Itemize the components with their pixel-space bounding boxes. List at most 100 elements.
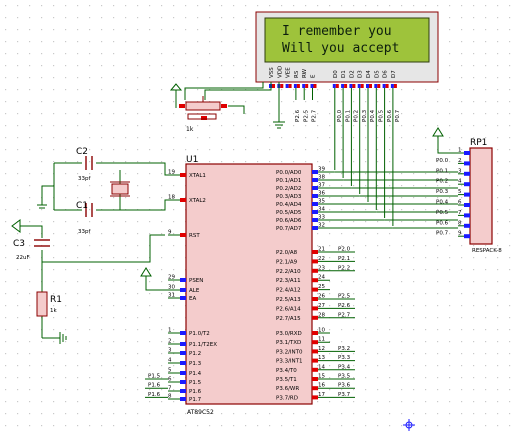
rp1-net-label: P0.3 — [436, 189, 449, 195]
u1-pin-dot — [180, 371, 186, 375]
u1-microcontroller[interactable]: U1 AT89C52 19XTAL118XTAL29RST29PSEN30ALE… — [168, 155, 330, 416]
u1-pin-dot — [180, 331, 186, 335]
lcd-pin-label: D3 — [358, 70, 364, 78]
u1-pin-name: P1.1/T2EX — [189, 342, 217, 348]
lcd-pin-label: D0 — [333, 70, 339, 78]
rp1-pin-number: 3 — [458, 168, 462, 174]
p1-net-label: P1.6 — [148, 383, 161, 389]
p3-net-label: P3.7 — [338, 392, 351, 398]
u1-pin-number: 39 — [318, 167, 325, 173]
u1-pin-name: P3.7/RD — [276, 395, 298, 401]
p3-net-label: P3.5 — [338, 374, 351, 380]
u1-pin-number: 31 — [168, 293, 175, 299]
lcd-pin-dot — [280, 84, 284, 88]
u1-pin-name: P2.0/A8 — [276, 250, 298, 256]
u1-pin-number: 26 — [318, 294, 325, 300]
u1-pin-name: P2.3/A11 — [276, 278, 301, 284]
u1-pin-name: XTAL2 — [189, 198, 206, 204]
p3-net-label: P3.2 — [338, 346, 350, 352]
u1-pin-number: 14 — [318, 364, 325, 370]
u1-pin-name: RST — [189, 233, 200, 239]
u1-pin-dot — [180, 173, 186, 177]
lcd-pin-dot — [382, 84, 386, 88]
rp1-pin-dot — [464, 234, 470, 239]
u1-pin-number: 32 — [318, 223, 325, 229]
r1-ref: R1 — [50, 295, 62, 305]
u1-pin-name: P3.4/T0 — [276, 368, 297, 374]
u1-pin-name: P0.4/AD4 — [276, 202, 302, 208]
lcd-pin-dot — [390, 84, 394, 88]
u1-pin-name: P0.0/AD0 — [276, 170, 302, 176]
u1-pin-number: 3 — [168, 348, 172, 354]
lcd-pin-dot — [374, 84, 378, 88]
u1-pin-name: P2.6/A14 — [276, 306, 301, 312]
p1-net-label: P1.5 — [148, 374, 161, 380]
u1-pin-number: 34 — [318, 207, 325, 213]
lcd-pin-dot — [369, 84, 372, 88]
c2-ref: C2 — [76, 147, 88, 157]
u1-pin-number: 11 — [318, 337, 325, 343]
u1-pin-dot — [180, 198, 186, 202]
rp1-pin-number: 8 — [458, 220, 462, 226]
rp1-pin-dot — [464, 192, 470, 197]
u1-pin-name: P3.6/WR — [276, 386, 299, 392]
u1-pin-number: 25 — [318, 284, 325, 290]
u1-pin-name: P1.4 — [189, 371, 202, 377]
lcd-display[interactable]: I remember you Will you accept VSS VDD VEE… — [255, 11, 439, 83]
u1-pin-name: P1.0/T2 — [189, 331, 210, 337]
u1-pin-number: 33 — [318, 215, 325, 221]
lcd-pin-label: D7 — [391, 70, 397, 78]
u1-pin-number: 23 — [318, 265, 325, 271]
lcd-pin-dot — [332, 84, 336, 88]
lcd-pin-dot — [288, 84, 292, 88]
rp1-pin-number: 7 — [458, 210, 462, 216]
u1-pin-name: P3.3/INT1 — [276, 359, 303, 365]
u1-pin-name: P2.5/A13 — [276, 297, 301, 303]
lcd-pin-dot — [357, 84, 361, 88]
crystal[interactable] — [110, 181, 130, 197]
lcd-pin-dots — [269, 84, 397, 88]
u1-pin-number: 19 — [168, 170, 175, 176]
u1-pin-number: 24 — [318, 275, 325, 281]
u1-pin-number: 38 — [318, 175, 325, 181]
u1-pin-dot — [180, 288, 186, 292]
lcd-pin-dot — [360, 84, 364, 88]
lcd-pin-dot — [313, 84, 317, 88]
p3-net-label: P3.6 — [338, 383, 351, 389]
p3-net-label: P3.4 — [338, 364, 351, 370]
rp1-pin-dot — [464, 213, 470, 218]
lcd-net-label: P2.5 — [303, 109, 309, 122]
schematic-canvas[interactable]: I remember you Will you accept VSS VDD VEE… — [0, 0, 514, 433]
lcd-pin-dot — [296, 84, 300, 88]
u1-part: AT89C52 — [187, 409, 214, 416]
u1-pin-number: 21 — [318, 247, 325, 253]
rp1-pin-number: 6 — [458, 200, 462, 206]
u1-pin-number: 6 — [168, 377, 172, 383]
u1-pin-name: PSEN — [189, 278, 203, 284]
rp1-pin-number: 1 — [458, 148, 462, 154]
u1-pin-name: EA — [189, 296, 196, 302]
u1-pin-name: P2.7/A15 — [276, 316, 301, 322]
lcd-pin-dot — [305, 84, 309, 88]
lcd-pin-label: VSS — [269, 67, 275, 78]
rp1-part: RESPACK-8 — [472, 248, 502, 254]
rp1-pin-dot — [464, 223, 470, 228]
lcd-pin-label: D5 — [374, 70, 380, 78]
rp1-pin-dot — [464, 151, 470, 155]
c3-value: 22uF — [16, 255, 30, 261]
lcd-pin-dot — [344, 84, 348, 88]
p1-net-label: P1.6 — [148, 392, 161, 398]
u1-pin-number: 37 — [318, 183, 325, 189]
u1-pin-dot — [180, 296, 186, 300]
u1-pin-dot — [180, 397, 186, 401]
u1-pin-number: 17 — [318, 392, 325, 398]
u1-pin-name: P1.5 — [189, 380, 202, 386]
rp1-pin-number: 2 — [458, 158, 462, 164]
u1-pin-name: P3.5/T1 — [276, 377, 297, 383]
rp1-pin-number: 9 — [458, 231, 462, 237]
rp1-net-label: P0.0 — [436, 158, 449, 164]
lcd-net-label: P0.3 — [362, 109, 368, 122]
c3-ref: C3 — [13, 239, 25, 249]
c2-value: 33pf — [78, 176, 91, 182]
u1-pin-name: P0.2/AD2 — [276, 186, 301, 192]
